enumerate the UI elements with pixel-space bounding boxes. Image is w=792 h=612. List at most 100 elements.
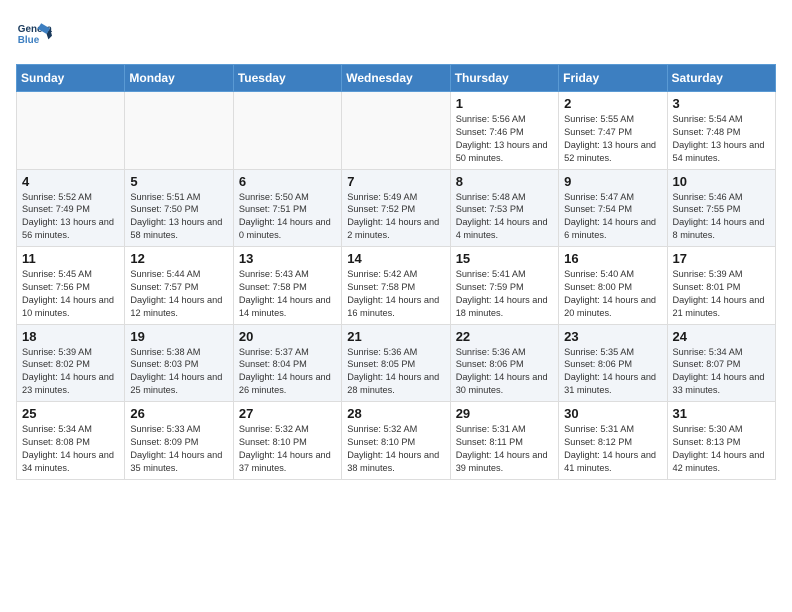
logo-icon: General Blue (16, 16, 52, 52)
day-header-saturday: Saturday (667, 65, 775, 92)
calendar-cell: 8 Sunrise: 5:48 AM Sunset: 7:53 PM Daylig… (450, 169, 558, 247)
day-content: Sunrise: 5:32 AM Sunset: 8:10 PM Dayligh… (239, 423, 336, 475)
day-content: Sunrise: 5:41 AM Sunset: 7:59 PM Dayligh… (456, 268, 553, 320)
day-number: 9 (564, 174, 661, 189)
calendar-cell: 31 Sunrise: 5:30 AM Sunset: 8:13 PM Dayli… (667, 402, 775, 480)
day-number: 27 (239, 406, 336, 421)
day-content: Sunrise: 5:31 AM Sunset: 8:12 PM Dayligh… (564, 423, 661, 475)
calendar-week-row: 4Sunrise: 5:52 AM Sunset: 7:49 PM Daylig… (17, 169, 776, 247)
day-content: Sunrise: 5:32 AM Sunset: 8:10 PM Dayligh… (347, 423, 444, 475)
day-number: 15 (456, 251, 553, 266)
day-content: Sunrise: 5:45 AM Sunset: 7:56 PM Dayligh… (22, 268, 119, 320)
day-content: Sunrise: 5:50 AM Sunset: 7:51 PM Dayligh… (239, 191, 336, 243)
calendar-cell: 10 Sunrise: 5:46 AM Sunset: 7:55 PM Dayli… (667, 169, 775, 247)
calendar-cell: 17 Sunrise: 5:39 AM Sunset: 8:01 PM Dayli… (667, 247, 775, 325)
day-number: 5 (130, 174, 227, 189)
calendar-cell: 9 Sunrise: 5:47 AM Sunset: 7:54 PM Daylig… (559, 169, 667, 247)
calendar-cell: 19 Sunrise: 5:38 AM Sunset: 8:03 PM Dayli… (125, 324, 233, 402)
calendar-week-row: 25 Sunrise: 5:34 AM Sunset: 8:08 PM Dayli… (17, 402, 776, 480)
day-content: Sunrise: 5:36 AM Sunset: 8:06 PM Dayligh… (456, 346, 553, 398)
calendar-cell: 13 Sunrise: 5:43 AM Sunset: 7:58 PM Dayli… (233, 247, 341, 325)
day-content: Sunrise: 5:31 AM Sunset: 8:11 PM Dayligh… (456, 423, 553, 475)
day-number: 3 (673, 96, 770, 111)
day-header-tuesday: Tuesday (233, 65, 341, 92)
svg-text:Blue: Blue (18, 35, 40, 46)
page-header: General Blue (16, 16, 776, 52)
day-number: 8 (456, 174, 553, 189)
day-number: 19 (130, 329, 227, 344)
day-content: Sunrise: 5:37 AM Sunset: 8:04 PM Dayligh… (239, 346, 336, 398)
day-header-monday: Monday (125, 65, 233, 92)
day-content: Sunrise: 5:39 AM Sunset: 8:01 PM Dayligh… (673, 268, 770, 320)
day-content: Sunrise: 5:49 AM Sunset: 7:52 PM Dayligh… (347, 191, 444, 243)
calendar-cell: 11 Sunrise: 5:45 AM Sunset: 7:56 PM Dayli… (17, 247, 125, 325)
day-number: 1 (456, 96, 553, 111)
day-content: Sunrise: 5:51 AM Sunset: 7:50 PM Dayligh… (130, 191, 227, 243)
day-content: Sunrise: 5:54 AM Sunset: 7:48 PM Dayligh… (673, 113, 770, 165)
calendar-cell: 27 Sunrise: 5:32 AM Sunset: 8:10 PM Dayli… (233, 402, 341, 480)
day-number: 17 (673, 251, 770, 266)
day-number: 23 (564, 329, 661, 344)
day-content: Sunrise: 5:33 AM Sunset: 8:09 PM Dayligh… (130, 423, 227, 475)
day-content: Sunrise: 5:38 AM Sunset: 8:03 PM Dayligh… (130, 346, 227, 398)
day-content: Sunrise: 5:48 AM Sunset: 7:53 PM Dayligh… (456, 191, 553, 243)
day-number: 26 (130, 406, 227, 421)
calendar-cell: 18Sunrise: 5:39 AM Sunset: 8:02 PM Dayli… (17, 324, 125, 402)
day-number: 22 (456, 329, 553, 344)
calendar-cell (125, 92, 233, 170)
day-number: 30 (564, 406, 661, 421)
calendar-cell: 5 Sunrise: 5:51 AM Sunset: 7:50 PM Daylig… (125, 169, 233, 247)
calendar-cell: 26 Sunrise: 5:33 AM Sunset: 8:09 PM Dayli… (125, 402, 233, 480)
day-number: 2 (564, 96, 661, 111)
day-content: Sunrise: 5:34 AM Sunset: 8:08 PM Dayligh… (22, 423, 119, 475)
day-content: Sunrise: 5:40 AM Sunset: 8:00 PM Dayligh… (564, 268, 661, 320)
day-content: Sunrise: 5:46 AM Sunset: 7:55 PM Dayligh… (673, 191, 770, 243)
day-number: 21 (347, 329, 444, 344)
calendar-cell: 22 Sunrise: 5:36 AM Sunset: 8:06 PM Dayli… (450, 324, 558, 402)
day-content: Sunrise: 5:52 AM Sunset: 7:49 PM Dayligh… (22, 191, 119, 243)
calendar-cell: 3 Sunrise: 5:54 AM Sunset: 7:48 PM Daylig… (667, 92, 775, 170)
logo: General Blue (16, 16, 52, 52)
day-number: 6 (239, 174, 336, 189)
calendar-cell (233, 92, 341, 170)
calendar-cell: 29 Sunrise: 5:31 AM Sunset: 8:11 PM Dayli… (450, 402, 558, 480)
calendar-cell: 24 Sunrise: 5:34 AM Sunset: 8:07 PM Dayli… (667, 324, 775, 402)
day-number: 31 (673, 406, 770, 421)
calendar-cell: 28Sunrise: 5:32 AM Sunset: 8:10 PM Dayli… (342, 402, 450, 480)
calendar-table: SundayMondayTuesdayWednesdayThursdayFrid… (16, 64, 776, 480)
day-header-friday: Friday (559, 65, 667, 92)
calendar-cell: 30 Sunrise: 5:31 AM Sunset: 8:12 PM Dayli… (559, 402, 667, 480)
day-header-wednesday: Wednesday (342, 65, 450, 92)
calendar-header-row: SundayMondayTuesdayWednesdayThursdayFrid… (17, 65, 776, 92)
calendar-cell: 25 Sunrise: 5:34 AM Sunset: 8:08 PM Dayli… (17, 402, 125, 480)
day-number: 29 (456, 406, 553, 421)
day-number: 25 (22, 406, 119, 421)
day-header-sunday: Sunday (17, 65, 125, 92)
day-content: Sunrise: 5:35 AM Sunset: 8:06 PM Dayligh… (564, 346, 661, 398)
day-number: 20 (239, 329, 336, 344)
day-number: 24 (673, 329, 770, 344)
day-header-thursday: Thursday (450, 65, 558, 92)
day-number: 13 (239, 251, 336, 266)
day-number: 10 (673, 174, 770, 189)
day-number: 12 (130, 251, 227, 266)
calendar-cell: 6 Sunrise: 5:50 AM Sunset: 7:51 PM Daylig… (233, 169, 341, 247)
day-content: Sunrise: 5:30 AM Sunset: 8:13 PM Dayligh… (673, 423, 770, 475)
calendar-cell: 14Sunrise: 5:42 AM Sunset: 7:58 PM Dayli… (342, 247, 450, 325)
calendar-cell: 12 Sunrise: 5:44 AM Sunset: 7:57 PM Dayli… (125, 247, 233, 325)
day-content: Sunrise: 5:44 AM Sunset: 7:57 PM Dayligh… (130, 268, 227, 320)
calendar-cell (17, 92, 125, 170)
calendar-week-row: 18Sunrise: 5:39 AM Sunset: 8:02 PM Dayli… (17, 324, 776, 402)
day-content: Sunrise: 5:43 AM Sunset: 7:58 PM Dayligh… (239, 268, 336, 320)
day-number: 7 (347, 174, 444, 189)
day-content: Sunrise: 5:56 AM Sunset: 7:46 PM Dayligh… (456, 113, 553, 165)
calendar-week-row: 11 Sunrise: 5:45 AM Sunset: 7:56 PM Dayli… (17, 247, 776, 325)
day-content: Sunrise: 5:34 AM Sunset: 8:07 PM Dayligh… (673, 346, 770, 398)
day-content: Sunrise: 5:47 AM Sunset: 7:54 PM Dayligh… (564, 191, 661, 243)
day-number: 11 (22, 251, 119, 266)
day-content: Sunrise: 5:39 AM Sunset: 8:02 PM Dayligh… (22, 346, 119, 398)
calendar-cell: 4Sunrise: 5:52 AM Sunset: 7:49 PM Daylig… (17, 169, 125, 247)
day-number: 14 (347, 251, 444, 266)
calendar-cell: 7 Sunrise: 5:49 AM Sunset: 7:52 PM Daylig… (342, 169, 450, 247)
calendar-cell: 16Sunrise: 5:40 AM Sunset: 8:00 PM Dayli… (559, 247, 667, 325)
